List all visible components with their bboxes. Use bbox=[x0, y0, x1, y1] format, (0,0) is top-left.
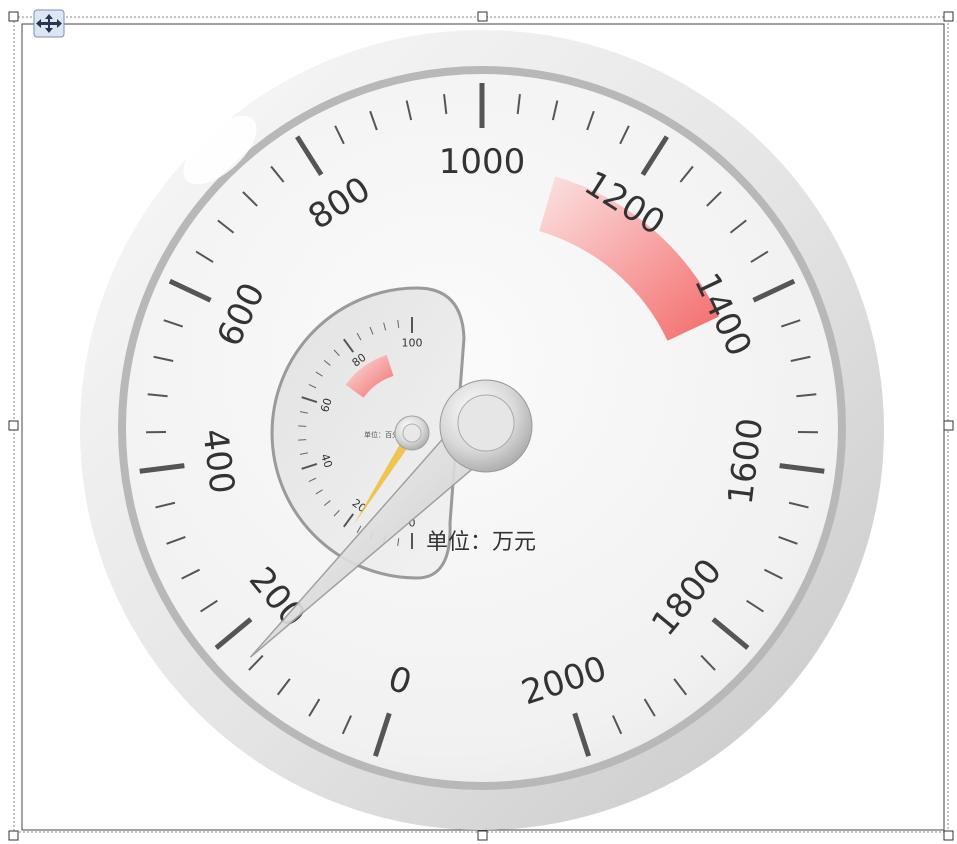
resize-handle-bottom-center[interactable] bbox=[477, 830, 488, 841]
resize-handle-bottom-left[interactable] bbox=[8, 830, 19, 841]
inner-tick-label: 100 bbox=[402, 337, 423, 350]
unit-label: 单位：万元 bbox=[426, 530, 536, 555]
resize-handle-top-right[interactable] bbox=[943, 11, 954, 22]
tick-label: 1000 bbox=[439, 142, 526, 182]
resize-handle-middle-left[interactable] bbox=[8, 420, 19, 431]
inner-needle-cap bbox=[402, 423, 422, 443]
tick-label: 400 bbox=[194, 427, 242, 496]
inner-minor-tick bbox=[298, 439, 307, 441]
resize-handle-top-left[interactable] bbox=[8, 11, 19, 22]
inner-minor-tick bbox=[298, 425, 307, 427]
inner-caption: 单位：百分 bbox=[364, 430, 399, 439]
main-needle-cap bbox=[457, 394, 515, 452]
gauge-chart: 0200400600800100012001400160018002000 02… bbox=[8, 9, 954, 841]
move-arrows-icon[interactable] bbox=[33, 9, 65, 38]
resize-handle-top-center[interactable] bbox=[477, 11, 488, 22]
resize-handle-bottom-right[interactable] bbox=[943, 830, 954, 841]
resize-handle-middle-right[interactable] bbox=[943, 420, 954, 431]
